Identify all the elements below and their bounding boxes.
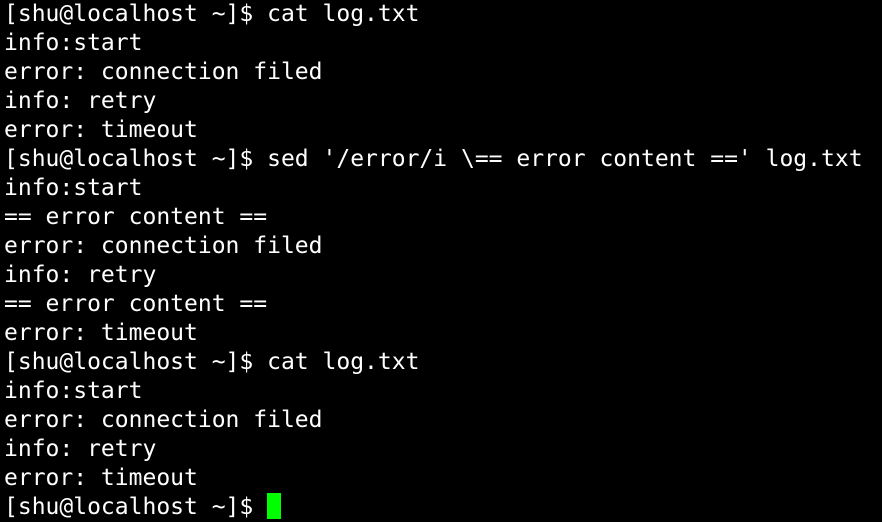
shell-prompt: [shu@localhost ~]$ — [4, 349, 268, 375]
output-line: info:start — [4, 378, 143, 404]
command-text: cat log.txt — [267, 349, 420, 375]
output-line: error: connection filed — [4, 407, 323, 433]
output-line: info: retry — [4, 262, 157, 288]
output-line: info:start — [4, 175, 143, 201]
active-prompt-line[interactable]: [shu@localhost ~]$ — [4, 493, 882, 522]
command-text: cat log.txt — [267, 1, 420, 27]
shell-prompt: [shu@localhost ~]$ — [4, 146, 268, 172]
output-line: info: retry — [4, 436, 157, 462]
output-line: info:start — [4, 30, 143, 56]
command-line: [shu@localhost ~]$ cat log.txt — [4, 348, 882, 377]
shell-prompt: [shu@localhost ~]$ — [4, 494, 268, 520]
output-line: error: connection filed — [4, 59, 323, 85]
command-line: [shu@localhost ~]$ sed '/error/i \== err… — [4, 145, 882, 174]
command-text: sed '/error/i \== error content ==' log.… — [267, 146, 863, 172]
output-line: == error content == — [4, 291, 268, 317]
output-line: error: timeout — [4, 117, 198, 143]
terminal-window[interactable]: [shu@localhost ~]$ cat log.txt info:star… — [0, 0, 882, 522]
shell-prompt: [shu@localhost ~]$ — [4, 1, 268, 27]
output-line: info: retry — [4, 88, 157, 114]
command-line: [shu@localhost ~]$ cat log.txt — [4, 0, 882, 29]
output-line: error: timeout — [4, 320, 198, 346]
output-line: error: timeout — [4, 465, 198, 491]
output-line: error: connection filed — [4, 233, 323, 259]
terminal-cursor — [267, 493, 282, 519]
output-line: == error content == — [4, 204, 268, 230]
